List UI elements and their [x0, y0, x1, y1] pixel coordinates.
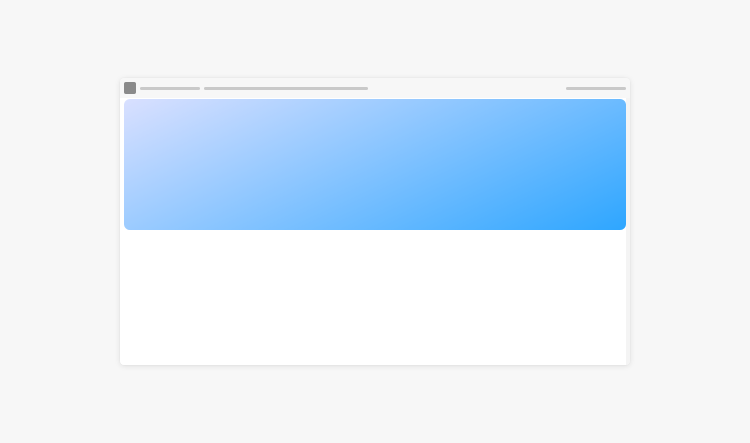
hero-banner — [124, 99, 626, 230]
scrollbar-track[interactable] — [626, 98, 630, 365]
address-bar-placeholder[interactable] — [204, 87, 368, 90]
title-bar — [120, 78, 630, 98]
toolbar-placeholder — [566, 87, 626, 90]
window-title-placeholder — [140, 87, 200, 90]
page-content — [120, 98, 626, 365]
browser-window — [120, 78, 630, 365]
app-icon[interactable] — [124, 82, 136, 94]
